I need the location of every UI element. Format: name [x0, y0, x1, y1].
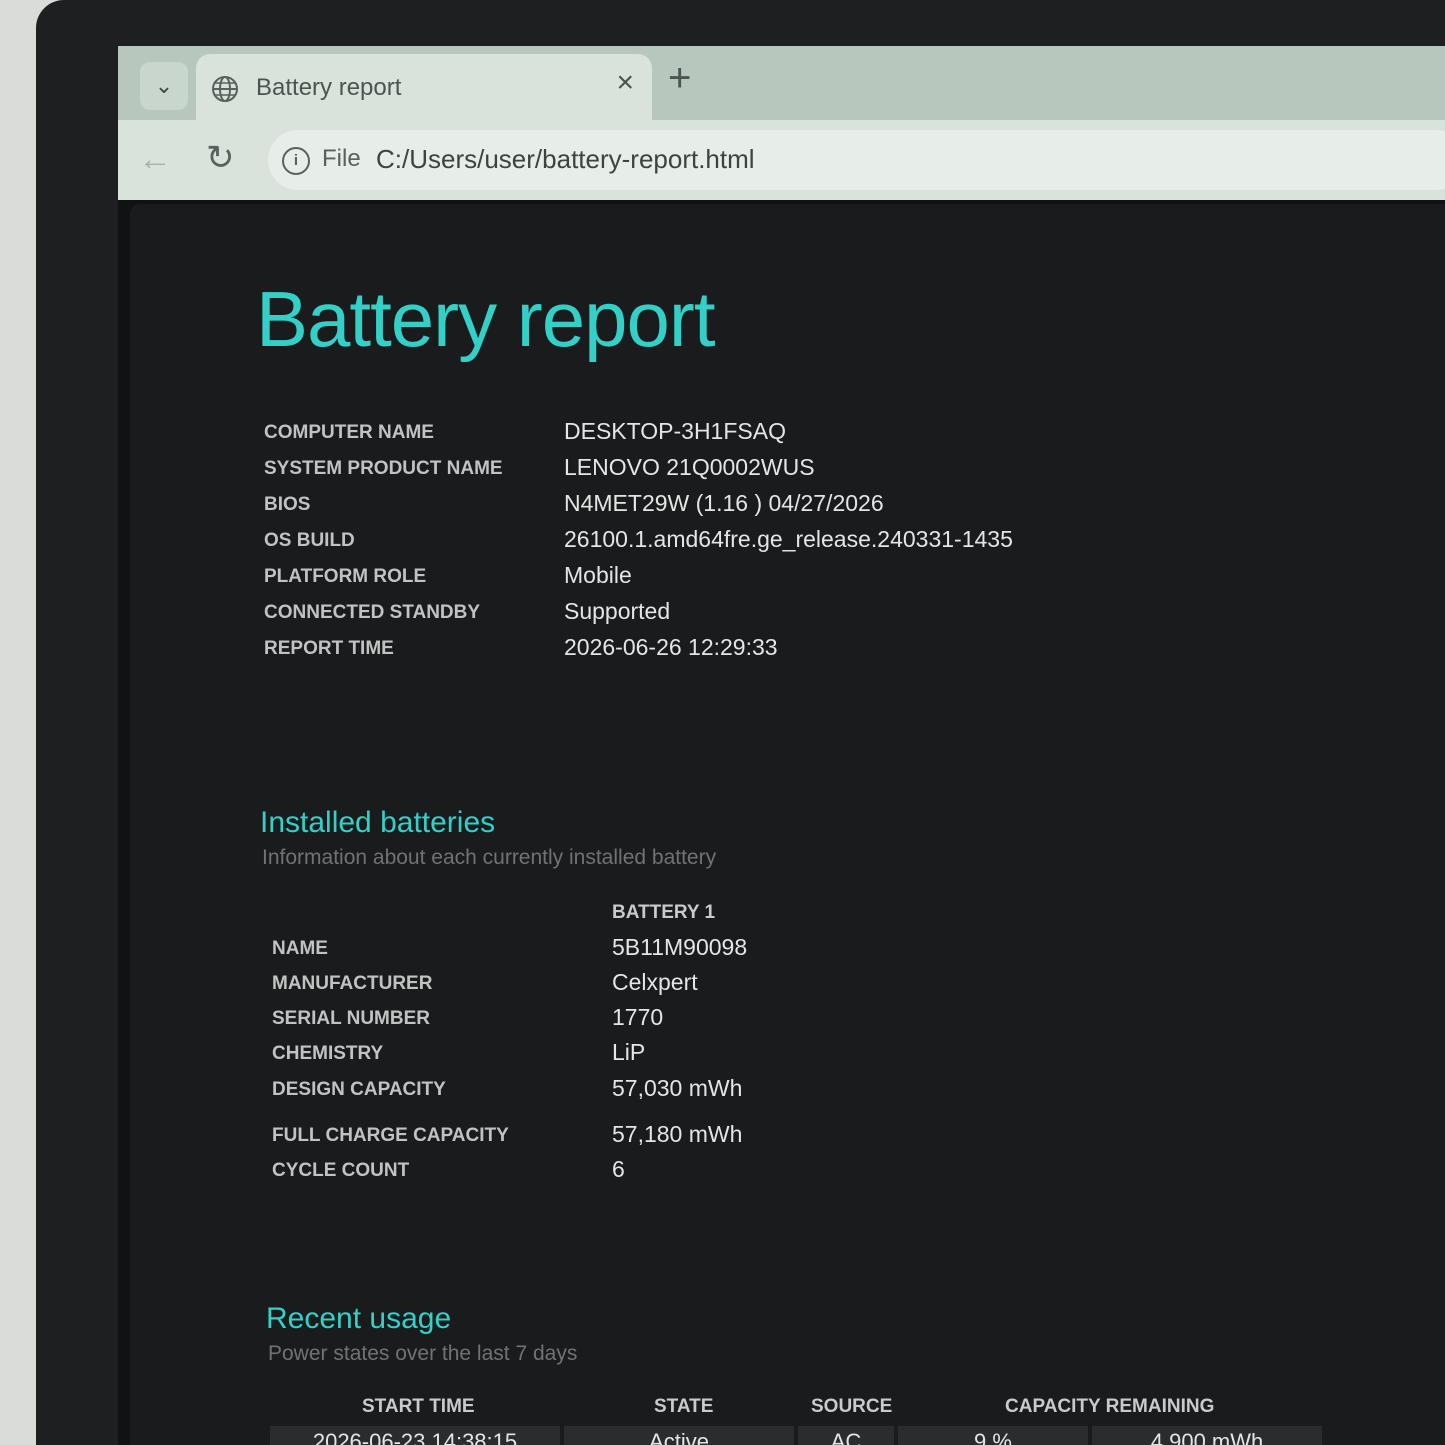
info-label: COMPUTER NAME — [264, 422, 434, 443]
battery-column-header: BATTERY 1 — [612, 902, 716, 923]
usage-percent: 9 % — [898, 1426, 1088, 1445]
url-text[interactable]: C:/Users/user/battery-report.html — [376, 144, 755, 175]
info-label: REPORT TIME — [264, 638, 394, 659]
info-value: LENOVO 21Q0002WUS — [564, 454, 815, 480]
recent-usage-title: Recent usage — [266, 1302, 452, 1335]
info-value: DESKTOP-3H1FSAQ — [564, 418, 786, 444]
installed-batteries-title: Installed batteries — [260, 806, 496, 839]
info-value: Supported — [564, 598, 671, 624]
battery-label: FULL CHARGE CAPACITY — [272, 1125, 509, 1146]
close-icon[interactable]: × — [616, 66, 634, 100]
info-label: CONNECTED STANDBY — [264, 602, 481, 623]
info-value: 2026-06-26 12:29:33 — [564, 634, 778, 660]
tab-battery-report[interactable]: Battery report × — [196, 54, 652, 120]
back-arrow-icon[interactable]: ← — [138, 140, 172, 179]
address-bar[interactable]: i File C:/Users/user/battery-report.html — [268, 130, 1445, 190]
page-title: Battery report — [256, 275, 716, 363]
battery-label: MANUFACTURER — [272, 973, 433, 994]
globe-icon — [212, 76, 238, 102]
battery-value: LiP — [612, 1039, 646, 1065]
battery-value: Celxpert — [612, 969, 698, 995]
usage-column-capacity-remaining: CAPACITY REMAINING — [1005, 1396, 1215, 1417]
usage-start-time: 2026-06-23 14:38:15 — [270, 1426, 560, 1445]
tab-title: Battery report — [256, 74, 402, 101]
battery-value: 5B11M90098 — [612, 934, 748, 960]
info-label: OS BUILD — [264, 530, 355, 551]
info-label: BIOS — [264, 494, 311, 515]
browser-toolbar: ← ↻ i File C:/Users/user/battery-report.… — [118, 120, 1445, 200]
battery-label: SERIAL NUMBER — [272, 1008, 430, 1029]
battery-label: DESIGN CAPACITY — [272, 1079, 446, 1100]
tab-strip: ⌄ Battery report × + — [118, 46, 1445, 120]
usage-mwh: 4,900 mWh — [1092, 1426, 1322, 1445]
info-value: N4MET29W (1.16 ) 04/27/2026 — [564, 490, 884, 516]
url-scheme-label: File — [322, 145, 361, 172]
info-value: Mobile — [564, 562, 632, 588]
usage-column-state: STATE — [654, 1396, 714, 1417]
info-icon[interactable]: i — [282, 147, 310, 175]
battery-label: CYCLE COUNT — [272, 1160, 410, 1181]
info-label: PLATFORM ROLE — [264, 566, 427, 587]
recent-usage-subtitle: Power states over the last 7 days — [268, 1342, 578, 1365]
usage-column-start-time: START TIME — [362, 1396, 475, 1417]
battery-value: 1770 — [612, 1004, 664, 1030]
battery-value: 6 — [612, 1156, 625, 1182]
browser-window: ⌄ Battery report × + ← ↻ i File C:/Users… — [118, 46, 1445, 1445]
table-row: 2026-06-23 14:38:15 Active AC 9 % 4,900 … — [270, 1426, 1330, 1445]
chevron-down-icon[interactable]: ⌄ — [140, 62, 188, 110]
battery-value: 57,180 mWh — [612, 1121, 743, 1147]
usage-column-source: SOURCE — [811, 1396, 893, 1417]
battery-label: NAME — [272, 938, 328, 959]
usage-state: Active — [564, 1426, 794, 1445]
installed-batteries-subtitle: Information about each currently install… — [262, 846, 717, 869]
reload-icon[interactable]: ↻ — [206, 138, 235, 178]
laptop-bezel: ⌄ Battery report × + ← ↻ i File C:/Users… — [36, 0, 1445, 1445]
info-value: 26100.1.amd64fre.ge_release.240331-1435 — [564, 526, 1013, 552]
battery-label: CHEMISTRY — [272, 1043, 384, 1064]
new-tab-button[interactable]: + — [668, 56, 691, 101]
info-label: SYSTEM PRODUCT NAME — [264, 458, 503, 479]
battery-value: 57,030 mWh — [612, 1075, 743, 1101]
usage-source: AC — [798, 1426, 894, 1445]
report-page: Battery report COMPUTER NAME DESKTOP-3H1… — [130, 204, 1445, 1445]
